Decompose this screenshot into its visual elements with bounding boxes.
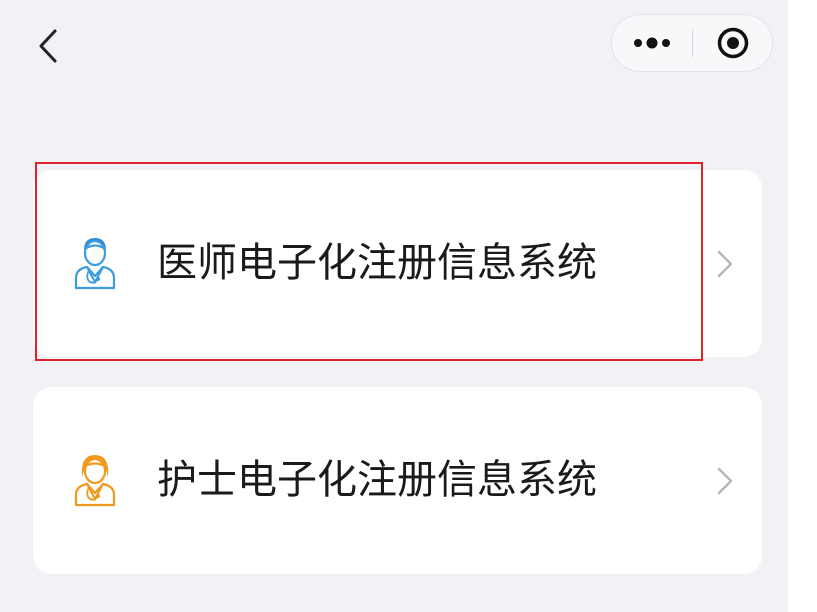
back-button[interactable] (28, 24, 68, 68)
nurse-icon (74, 455, 116, 507)
right-margin (788, 0, 817, 612)
doctor-system-label: 医师电子化注册信息系统 (157, 240, 597, 286)
chevron-right-icon (717, 250, 733, 278)
chevron-left-icon (39, 29, 57, 63)
mini-program-capsule (611, 14, 773, 72)
chevron-right-icon (717, 467, 733, 495)
app-screen: 医师电子化注册信息系统 护士电子化注册信息系统 (0, 0, 788, 612)
doctor-registration-item[interactable]: 医师电子化注册信息系统 (33, 170, 762, 357)
more-button[interactable] (612, 15, 692, 71)
close-mini-program-button[interactable] (693, 15, 773, 71)
nurse-system-label: 护士电子化注册信息系统 (157, 457, 597, 503)
nurse-registration-item[interactable]: 护士电子化注册信息系统 (33, 387, 762, 574)
doctor-icon (74, 238, 116, 290)
target-circle-icon (717, 27, 749, 59)
more-dots-icon (634, 37, 670, 49)
